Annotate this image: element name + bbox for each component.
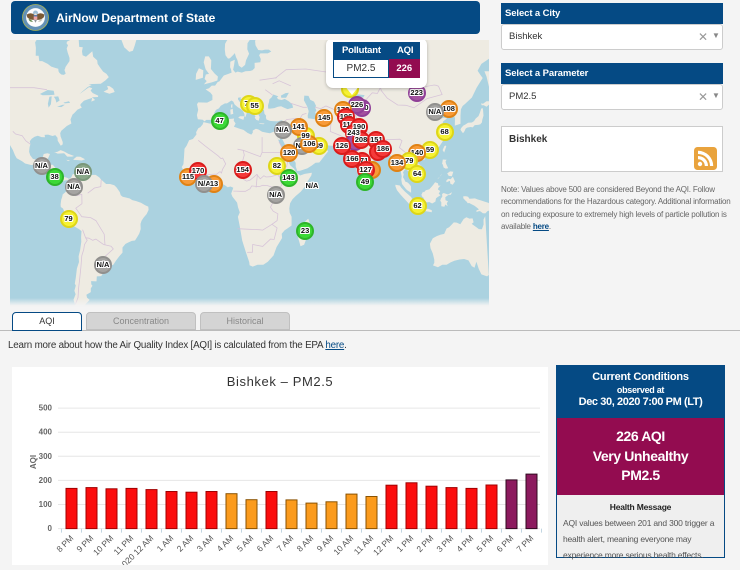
svg-text:7 PM: 7 PM — [514, 533, 535, 554]
svg-text:4 PM: 4 PM — [454, 533, 475, 554]
svg-text:100: 100 — [39, 500, 53, 509]
svg-text:500: 500 — [39, 404, 53, 413]
svg-text:3 PM: 3 PM — [434, 533, 455, 554]
svg-text:5 AM: 5 AM — [235, 533, 256, 554]
svg-text:400: 400 — [39, 428, 53, 437]
svg-text:1 AM: 1 AM — [155, 533, 176, 554]
svg-text:11 AM: 11 AM — [352, 533, 376, 557]
svg-text:AQI: AQI — [29, 455, 38, 469]
svg-text:200: 200 — [39, 476, 53, 485]
svg-text:6 PM: 6 PM — [494, 533, 515, 554]
svg-text:3 AM: 3 AM — [195, 533, 216, 554]
svg-text:Bishkek – PM2.5: Bishkek – PM2.5 — [227, 374, 334, 389]
svg-text:300: 300 — [39, 452, 53, 461]
svg-text:8 AM: 8 AM — [295, 533, 316, 554]
svg-text:7 AM: 7 AM — [275, 533, 296, 554]
svg-text:10 PM: 10 PM — [91, 533, 115, 557]
svg-text:4 AM: 4 AM — [215, 533, 236, 554]
svg-text:2 PM: 2 PM — [414, 533, 435, 554]
svg-text:0: 0 — [48, 524, 53, 533]
svg-text:6 AM: 6 AM — [255, 533, 276, 554]
svg-text:1 PM: 1 PM — [394, 533, 415, 554]
svg-text:12 PM: 12 PM — [371, 533, 395, 557]
svg-text:5 PM: 5 PM — [474, 533, 495, 554]
svg-text:10 AM: 10 AM — [331, 533, 355, 557]
svg-text:2 AM: 2 AM — [175, 533, 196, 554]
svg-text:8 PM: 8 PM — [54, 533, 75, 554]
